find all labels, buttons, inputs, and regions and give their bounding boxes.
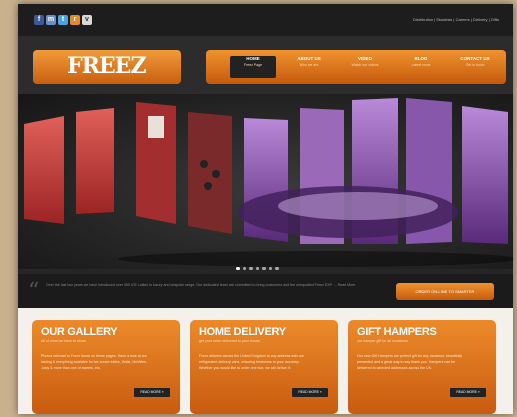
info-text: Over the last two years we have introduc… bbox=[46, 283, 356, 287]
header: FREEZ HOME Freez Page ABOUT US Who we are … bbox=[18, 36, 513, 94]
hero-slider[interactable] bbox=[18, 94, 513, 269]
order-online-button[interactable]: ORDER ON-LINE TO SMARTER bbox=[396, 283, 494, 300]
nav-blog-sub: Latest news bbox=[411, 63, 431, 67]
box-title: GIFT HAMPERS bbox=[357, 326, 437, 338]
slider-dot[interactable] bbox=[275, 266, 279, 270]
box-title: HOME DELIVERY bbox=[199, 326, 286, 338]
slider-dot[interactable] bbox=[242, 266, 246, 270]
delivery-box: HOME DELIVERY get your order delivered t… bbox=[190, 320, 338, 414]
nav-home[interactable]: HOME Freez Page bbox=[230, 56, 276, 78]
slider-dot[interactable] bbox=[249, 266, 253, 270]
slider-dot[interactable] bbox=[262, 266, 266, 270]
quote-icon: “ bbox=[28, 279, 40, 304]
nav-blog[interactable]: BLOG Latest news bbox=[398, 56, 444, 78]
slider-dot[interactable] bbox=[255, 266, 259, 270]
box-subtitle: get your order delivered to your house bbox=[199, 339, 260, 343]
nav-home-sub: Freez Page bbox=[243, 63, 263, 67]
box-text: Freez delivers across the United Kingdom… bbox=[199, 354, 304, 370]
share-icon[interactable]: v bbox=[82, 15, 92, 25]
logo-text: FREEZ bbox=[67, 53, 146, 79]
read-more-button[interactable]: READ MORE » bbox=[134, 388, 170, 397]
top-links[interactable]: Distribution | Stockists | Careers | Del… bbox=[413, 17, 499, 22]
info-bar: “ Over the last two years we have introd… bbox=[18, 274, 513, 308]
nav-video-label: VIDEO bbox=[357, 56, 372, 61]
hero-image bbox=[24, 98, 513, 267]
read-more-button[interactable]: READ MORE » bbox=[450, 388, 486, 397]
slider-dot[interactable] bbox=[236, 266, 240, 270]
twitter-icon[interactable]: t bbox=[58, 15, 68, 25]
gallery-box: OUR GALLERY All of what we have to share… bbox=[32, 320, 180, 414]
main-nav: HOME Freez Page ABOUT US Who we are VIDEO W… bbox=[206, 50, 506, 84]
box-text: Photos relevant to Freez found on these … bbox=[41, 354, 147, 370]
nav-about-label: ABOUT US bbox=[297, 56, 321, 61]
nav-video-sub: Watch our videos bbox=[351, 63, 379, 67]
nav-about-sub: Who we are bbox=[299, 63, 319, 67]
feature-section: OUR GALLERY All of what we have to share… bbox=[18, 308, 513, 414]
slider-dot[interactable] bbox=[268, 266, 272, 270]
facebook-icon[interactable]: f bbox=[34, 15, 44, 25]
slider-dots bbox=[236, 257, 282, 275]
nav-contact[interactable]: CONTACT US Get in touch bbox=[452, 56, 498, 78]
box-text: Our new Gift Hampers are perfect gift fo… bbox=[357, 354, 463, 370]
logo[interactable]: FREEZ bbox=[33, 50, 181, 84]
box-title: OUR GALLERY bbox=[41, 326, 118, 338]
mail-icon[interactable]: m bbox=[46, 15, 56, 25]
nav-contact-label: CONTACT US bbox=[460, 56, 490, 61]
rss-icon[interactable]: r bbox=[70, 15, 80, 25]
website-frame: f m t r v Distribution | Stockists | Car… bbox=[18, 4, 513, 414]
nav-video[interactable]: VIDEO Watch our videos bbox=[342, 56, 388, 78]
hampers-box: GIFT HAMPERS our hamper gift for all occ… bbox=[348, 320, 496, 414]
nav-blog-label: BLOG bbox=[414, 56, 428, 61]
read-more-button[interactable]: READ MORE » bbox=[292, 388, 328, 397]
nav-home-label: HOME bbox=[246, 56, 260, 61]
top-bar: f m t r v Distribution | Stockists | Car… bbox=[18, 4, 513, 36]
nav-about[interactable]: ABOUT US Who we are bbox=[286, 56, 332, 78]
box-subtitle: our hamper gift for all occasions bbox=[357, 339, 408, 343]
nav-contact-sub: Get in touch bbox=[465, 63, 485, 67]
box-subtitle: All of what we have to share bbox=[41, 339, 86, 343]
